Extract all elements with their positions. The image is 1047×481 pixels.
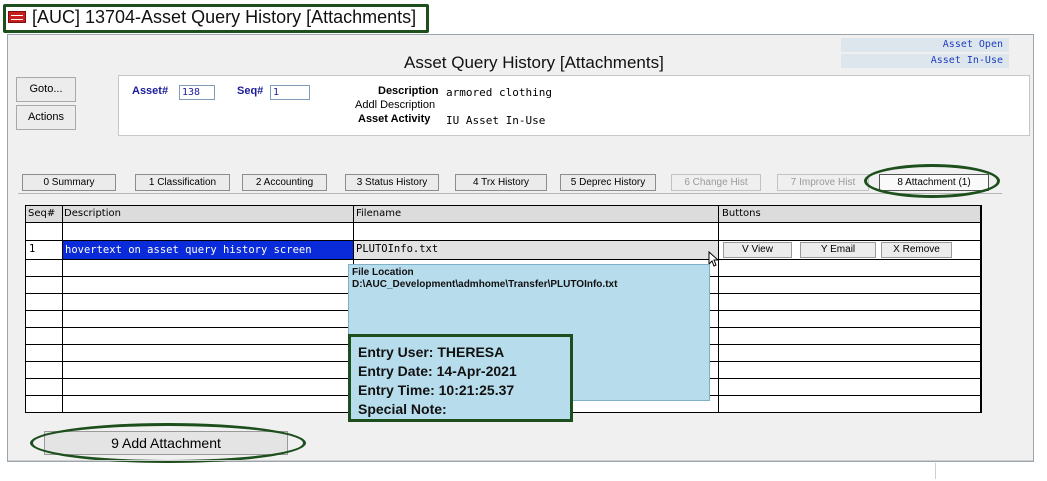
title-highlight-box — [3, 4, 429, 33]
entry-info-box: Entry User: THERESA Entry Date: 14-Apr-2… — [348, 334, 573, 422]
entry-date: Entry Date: 14-Apr-2021 — [358, 363, 517, 379]
col-header-buttons: Buttons — [722, 208, 761, 219]
seq-number-label: Seq# — [237, 85, 264, 97]
tab-status-history[interactable]: 3 Status History — [345, 174, 439, 191]
main-window: Asset Open Asset In-Use Asset Query Hist… — [7, 34, 1034, 479]
status-bar-separator — [935, 463, 936, 479]
tab-trx-history[interactable]: 4 Trx History — [455, 174, 547, 191]
screen-title: Asset Query History [Attachments] — [404, 53, 664, 72]
special-note: Special Note: — [358, 401, 447, 417]
status-bar-line — [8, 460, 1033, 461]
entry-user: Entry User: THERESA — [358, 344, 505, 360]
tooltip-file-path: D:\AUC_Development\admhome\Transfer\PLUT… — [352, 279, 618, 290]
description-value: armored clothing — [446, 86, 552, 99]
col-header-seq: Seq# — [28, 208, 56, 219]
col-header-filename: Filename — [356, 208, 402, 219]
addl-description-label: Addl Description — [355, 99, 436, 111]
goto-button[interactable]: Goto... — [16, 77, 76, 102]
row-filename[interactable]: PLUTOInfo.txt — [356, 243, 438, 255]
col-header-description: Description — [64, 208, 121, 219]
tab-classification[interactable]: 1 Classification — [135, 174, 230, 191]
tab-summary[interactable]: 0 Summary — [22, 174, 116, 191]
asset-activity-value: IU Asset In-Use — [446, 114, 546, 127]
view-button[interactable]: V View — [723, 242, 792, 258]
asset-header-panel: Asset# 138 Seq# 1 Description armored cl… — [118, 75, 1030, 136]
tooltip-title: File Location — [352, 267, 414, 278]
tab-accounting[interactable]: 2 Accounting — [242, 174, 327, 191]
asset-number-label: Asset# — [132, 85, 169, 97]
grid-col-divider — [718, 206, 719, 412]
status-asset-in-use: Asset In-Use — [841, 54, 1009, 68]
attachment-tab-highlight — [864, 164, 1000, 198]
description-label: Description — [378, 85, 439, 97]
tab-deprec-history[interactable]: 5 Deprec History — [560, 174, 656, 191]
remove-button[interactable]: X Remove — [881, 242, 952, 258]
grid-row-divider — [26, 259, 981, 260]
asset-activity-label: Asset Activity — [358, 113, 431, 125]
entry-time: Entry Time: 10:21:25.37 — [358, 382, 515, 398]
grid-col-divider — [980, 206, 981, 412]
email-button[interactable]: Y Email — [800, 242, 876, 258]
tab-change-hist[interactable]: 6 Change Hist — [671, 174, 761, 191]
tab-improve-hist[interactable]: 7 Improve Hist — [777, 174, 869, 191]
seq-number-field[interactable]: 1 — [270, 85, 310, 100]
tab-strip-line — [18, 193, 1002, 194]
row-description[interactable]: hovertext on asset query history screen — [63, 241, 353, 259]
actions-button[interactable]: Actions — [16, 105, 76, 130]
status-asset-open: Asset Open — [841, 38, 1009, 52]
grid-col-divider — [62, 206, 63, 412]
row-seq[interactable]: 1 — [29, 243, 35, 255]
asset-number-field[interactable]: 138 — [179, 85, 215, 100]
add-attachment-highlight — [30, 423, 306, 463]
